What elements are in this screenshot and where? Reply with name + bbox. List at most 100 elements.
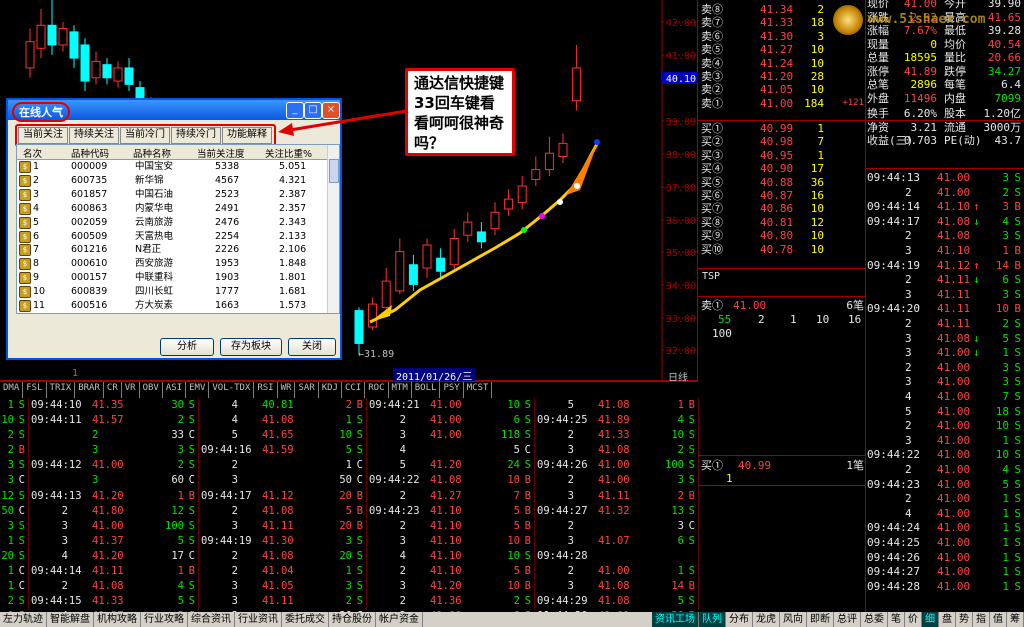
tick-row: 2 41.27 7 B bbox=[366, 489, 534, 504]
table-scrollbar[interactable] bbox=[327, 145, 339, 313]
bottom-tab[interactable]: 筹 bbox=[1007, 612, 1024, 627]
indicator-tab-vr[interactable]: VR bbox=[122, 382, 140, 398]
sell-level[interactable]: 卖② 41.05 10 bbox=[698, 83, 866, 96]
dialog-tab[interactable]: 持续冷门 bbox=[171, 127, 221, 144]
sell-level[interactable]: 卖③ 41.20 28 bbox=[698, 70, 866, 83]
analyze-button[interactable]: 分析 bbox=[160, 338, 214, 356]
buy-level[interactable]: 买② 40.98 7 bbox=[698, 135, 866, 148]
indicator-tab-mcst[interactable]: MCST bbox=[464, 382, 493, 398]
table-column-header[interactable]: 名次 bbox=[23, 146, 42, 160]
candle-body bbox=[544, 152, 554, 171]
table-row[interactable]: $3 601857 中国石油 2523 2.387 bbox=[17, 188, 327, 201]
dialog-title: 在线人气 bbox=[12, 102, 70, 122]
bottom-tab[interactable]: 行业资讯 bbox=[235, 612, 282, 627]
bottom-tab[interactable]: 机构攻略 bbox=[94, 612, 141, 627]
bottom-tab[interactable]: 总评 bbox=[834, 612, 861, 627]
indicator-tab-rsi[interactable]: RSI bbox=[254, 382, 278, 398]
bottom-tab[interactable]: 资讯工场 bbox=[652, 612, 699, 627]
dialog-tab[interactable]: 当前关注 bbox=[18, 127, 68, 144]
buy-level[interactable]: 买⑦ 40.86 10 bbox=[698, 202, 866, 215]
dialog-tab[interactable]: 持续关注 bbox=[69, 127, 119, 144]
bottom-tab[interactable]: 行业攻略 bbox=[141, 612, 188, 627]
table-cell: 9 bbox=[33, 272, 40, 284]
bottom-tab[interactable]: 细 bbox=[922, 612, 939, 627]
table-row[interactable]: $6 600509 天富热电 2254 2.133 bbox=[17, 230, 327, 243]
sell-level[interactable]: 卖④ 41.24 10 bbox=[698, 57, 866, 70]
tick-row: 4 40.81 2 B bbox=[198, 398, 366, 413]
tick-cell: S bbox=[188, 534, 195, 547]
table-row[interactable]: $4 600863 内蒙华电 2491 2.357 bbox=[17, 202, 327, 215]
bottom-tab[interactable]: 笔 bbox=[888, 612, 905, 627]
dialog-tab[interactable]: 功能解释 bbox=[222, 127, 272, 144]
bottom-tab[interactable]: 即断 bbox=[807, 612, 834, 627]
indicator-tab-cr[interactable]: CR bbox=[104, 382, 122, 398]
table-row[interactable]: $10 600839 四川长虹 1777 1.681 bbox=[17, 285, 327, 299]
bottom-tab[interactable]: 总委 bbox=[861, 612, 888, 627]
bottom-tab[interactable]: 值 bbox=[990, 612, 1007, 627]
bottom-tab[interactable]: 风向 bbox=[780, 612, 807, 627]
tick-cell: 41.00 bbox=[937, 171, 971, 184]
indicator-tab-obv[interactable]: OBV bbox=[140, 382, 163, 398]
buy-level[interactable]: 买④ 40.90 17 bbox=[698, 162, 866, 175]
bottom-tab[interactable]: 龙虎 bbox=[753, 612, 780, 627]
tick-cell: 41.00 bbox=[937, 492, 971, 506]
buy-level[interactable]: 买③ 40.95 1 bbox=[698, 149, 866, 162]
indicator-tab-boll[interactable]: BOLL bbox=[412, 382, 441, 398]
tick-row: 3 41.00 100 S bbox=[28, 519, 198, 534]
sell-level[interactable]: 卖⑤ 41.27 10 bbox=[698, 43, 866, 56]
save-as-block-button[interactable]: 存为板块 bbox=[220, 338, 282, 356]
indicator-tab-asi[interactable]: ASI bbox=[163, 382, 187, 398]
indicator-tab-cci[interactable]: CCI bbox=[342, 382, 366, 398]
indicator-tab-sar[interactable]: SAR bbox=[295, 382, 319, 398]
indicator-tab-brar[interactable]: BRAR bbox=[75, 382, 104, 398]
indicator-tab-psy[interactable]: PSY bbox=[440, 382, 464, 398]
bottom-tab[interactable]: 委托成交 bbox=[282, 612, 329, 627]
bottom-tab[interactable]: 分布 bbox=[726, 612, 753, 627]
tick-cell: S bbox=[18, 429, 25, 442]
table-row[interactable]: $9 000157 中联重科 1903 1.801 bbox=[17, 271, 327, 285]
table-column-header[interactable]: 当前关注度 bbox=[197, 146, 245, 160]
indicator-tab-kdj[interactable]: KDJ bbox=[319, 382, 342, 398]
indicator-tab-fsl[interactable]: FSL bbox=[23, 382, 47, 398]
candle-body bbox=[476, 231, 486, 243]
indicator-tab-roc[interactable]: ROC bbox=[365, 382, 389, 398]
indicator-tab-dma[interactable]: DMA bbox=[0, 382, 24, 398]
indicator-tab-emv[interactable]: EMV bbox=[186, 382, 210, 398]
dialog-tab[interactable]: 当前冷门 bbox=[120, 127, 170, 144]
bottom-tab[interactable]: 势 bbox=[956, 612, 973, 627]
table-row[interactable]: $2 600735 新华锦 4567 4.321 bbox=[17, 174, 327, 187]
tick-cell: 20 bbox=[339, 489, 352, 502]
table-column-header[interactable]: 品种代码 bbox=[71, 146, 109, 160]
bottom-tab[interactable]: 持仓股份 bbox=[329, 612, 376, 627]
bottom-tab[interactable]: 价 bbox=[905, 612, 922, 627]
bottom-tab[interactable]: 帐户资金 bbox=[376, 612, 423, 627]
buy-level[interactable]: 买⑥ 40.87 16 bbox=[698, 189, 866, 202]
table-column-header[interactable]: 关注比重% bbox=[265, 146, 312, 160]
tick-cell: S bbox=[688, 595, 695, 608]
buy-level[interactable]: 买⑨ 40.80 10 bbox=[698, 229, 866, 242]
bottom-tab[interactable]: 左力轨迹 bbox=[0, 612, 47, 627]
indicator-tab-trix[interactable]: TRIX bbox=[47, 382, 76, 398]
bottom-tab[interactable]: 综合资讯 bbox=[188, 612, 235, 627]
bottom-tab[interactable]: 指 bbox=[973, 612, 990, 627]
table-row[interactable]: $7 601216 N君正 2226 2.106 bbox=[17, 243, 327, 257]
close-button[interactable]: 关闭 bbox=[288, 338, 336, 356]
buy-level[interactable]: 买① 40.99 1 bbox=[698, 122, 866, 135]
table-column-header[interactable]: 品种名称 bbox=[133, 146, 171, 160]
table-row[interactable]: $8 000610 西安旅游 1953 1.848 bbox=[17, 257, 327, 271]
table-row[interactable]: $5 002059 云南旅游 2476 2.343 bbox=[17, 216, 327, 229]
indicator-tab-mtm[interactable]: MTM bbox=[389, 382, 412, 398]
stat-cell: 1.20亿 bbox=[983, 107, 1022, 120]
indicator-tab-wr[interactable]: WR bbox=[278, 382, 296, 398]
bottom-tab[interactable]: 队列 bbox=[699, 612, 726, 627]
buy-level[interactable]: 买⑧ 40.81 12 bbox=[698, 216, 866, 229]
tick-row: 10 S bbox=[0, 413, 28, 428]
buy-level[interactable]: 买⑩ 40.78 10 bbox=[698, 243, 866, 256]
table-row[interactable]: $11 600516 方大炭素 1663 1.573 bbox=[17, 299, 327, 312]
bottom-tab[interactable]: 智能解盘 bbox=[47, 612, 94, 627]
buy-level[interactable]: 买⑤ 40.88 36 bbox=[698, 176, 866, 189]
indicator-tab-vol-tdx[interactable]: VOL-TDX bbox=[209, 382, 255, 398]
sell-level[interactable]: 卖① 41.00 184 +121 bbox=[698, 97, 866, 110]
table-row[interactable]: $1 000009 中国宝安 5338 5.051 bbox=[17, 160, 327, 173]
bottom-tab[interactable]: 盘 bbox=[939, 612, 956, 627]
